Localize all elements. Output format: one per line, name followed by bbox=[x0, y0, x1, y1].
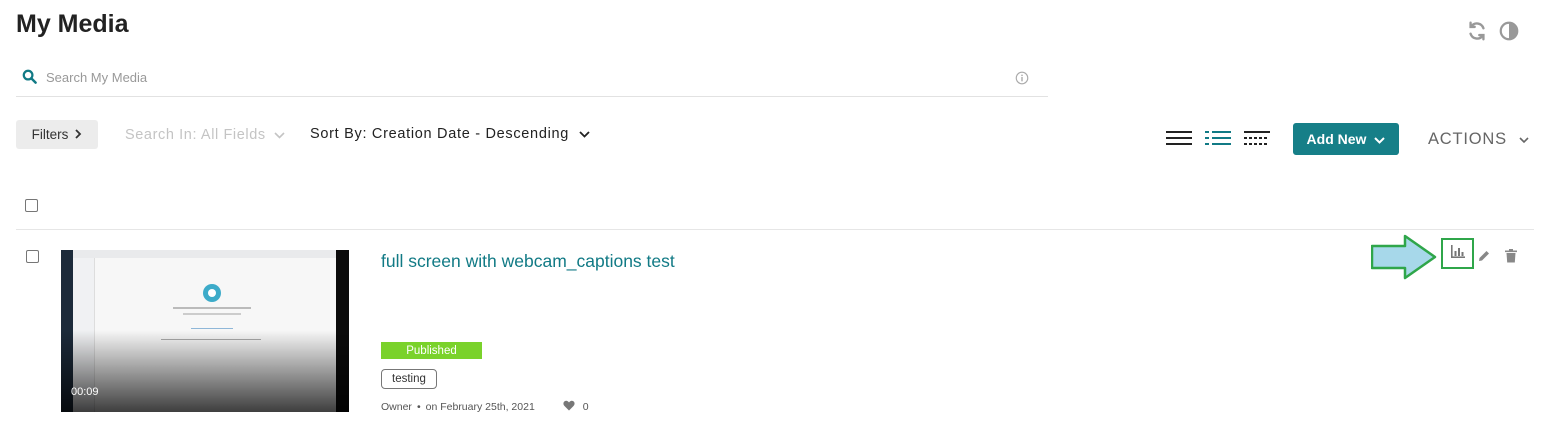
details-view-icon[interactable] bbox=[1166, 129, 1192, 152]
delete-icon[interactable] bbox=[1505, 249, 1517, 268]
thumbnail-text-line bbox=[183, 313, 241, 315]
info-icon[interactable] bbox=[1015, 71, 1029, 90]
view-switcher bbox=[1166, 129, 1270, 152]
page-title: My Media bbox=[16, 10, 129, 38]
status-badge: Published bbox=[381, 342, 482, 359]
kaltura-logo-icon bbox=[203, 284, 221, 302]
divider bbox=[16, 229, 1534, 230]
analytics-button[interactable] bbox=[1441, 238, 1474, 269]
sort-by-label: Sort By: Creation Date - Descending bbox=[310, 126, 570, 142]
chevron-down-icon bbox=[1374, 131, 1386, 147]
contrast-icon[interactable] bbox=[1498, 20, 1520, 47]
search-in-label: Search In: All Fields bbox=[125, 127, 266, 143]
header-icons bbox=[1466, 20, 1520, 47]
search-icon[interactable] bbox=[22, 69, 37, 89]
entry-title-link[interactable]: full screen with webcam_captions test bbox=[381, 251, 675, 272]
thumbnail-topbar bbox=[73, 250, 336, 258]
likes-count: 0 bbox=[582, 401, 589, 413]
arrow-right-icon bbox=[1370, 234, 1437, 285]
entry-checkbox[interactable] bbox=[26, 250, 39, 263]
analytics-icon bbox=[1450, 244, 1465, 263]
entry-meta: Owner • on February 25th, 2021 0 bbox=[381, 400, 589, 414]
thumbnail-text-line bbox=[191, 328, 233, 329]
add-new-label: Add New bbox=[1306, 131, 1367, 147]
add-new-button[interactable]: Add New bbox=[1293, 123, 1399, 155]
duration-label: 00:09 bbox=[71, 386, 99, 398]
collapsed-view-icon[interactable] bbox=[1244, 129, 1270, 152]
entry-thumbnail[interactable]: 00:09 bbox=[61, 250, 349, 412]
chevron-right-icon bbox=[74, 127, 82, 142]
owner-label: Owner bbox=[381, 401, 412, 413]
chevron-down-icon bbox=[1519, 130, 1529, 149]
date-label: on February 25th, 2021 bbox=[425, 401, 535, 413]
actions-label: ACTIONS bbox=[1428, 130, 1507, 148]
edit-icon[interactable] bbox=[1477, 249, 1491, 268]
search-input[interactable] bbox=[46, 67, 996, 87]
filters-button[interactable]: Filters bbox=[16, 120, 98, 149]
search-bar bbox=[16, 60, 1048, 97]
separator-dot: • bbox=[416, 401, 421, 413]
sort-by-dropdown[interactable]: Sort By: Creation Date - Descending bbox=[310, 126, 590, 142]
search-in-dropdown[interactable]: Search In: All Fields bbox=[125, 127, 285, 143]
chevron-down-icon bbox=[274, 127, 285, 143]
heart-icon[interactable] bbox=[563, 400, 575, 414]
tag-pill[interactable]: testing bbox=[381, 369, 437, 389]
refresh-icon[interactable] bbox=[1466, 20, 1488, 47]
list-view-icon[interactable] bbox=[1205, 129, 1231, 152]
filters-label: Filters bbox=[31, 127, 69, 142]
actions-dropdown[interactable]: ACTIONS bbox=[1428, 130, 1529, 149]
select-all-checkbox[interactable] bbox=[25, 199, 38, 212]
thumbnail-text-line bbox=[173, 307, 251, 309]
thumbnail-gradient bbox=[61, 330, 349, 412]
chevron-down-icon bbox=[579, 126, 590, 142]
